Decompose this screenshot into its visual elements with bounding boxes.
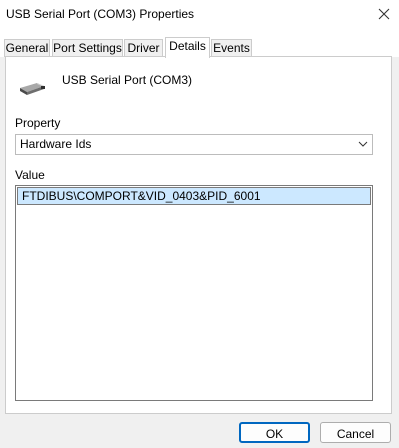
tab-port-settings[interactable]: Port Settings <box>52 39 123 57</box>
window-title: USB Serial Port (COM3) Properties <box>6 7 195 21</box>
value-list[interactable]: FTDIBUS\COMPORT&VID_0403&PID_6001 <box>15 185 373 401</box>
usb-device-icon <box>17 75 47 99</box>
device-name: USB Serial Port (COM3) <box>62 73 193 87</box>
value-item-text: FTDIBUS\COMPORT&VID_0403&PID_6001 <box>22 189 261 203</box>
property-label: Property <box>15 116 61 130</box>
property-selected-value: Hardware Ids <box>20 137 92 151</box>
chevron-down-icon <box>358 141 368 147</box>
ok-button[interactable]: OK <box>239 422 310 443</box>
tab-strip: General Port Settings Driver Details Eve… <box>0 30 399 58</box>
details-panel: USB Serial Port (COM3) Property Hardware… <box>5 56 392 414</box>
title-bar: USB Serial Port (COM3) Properties <box>0 0 399 30</box>
close-icon <box>378 8 390 20</box>
cancel-button[interactable]: Cancel <box>320 422 391 443</box>
close-button[interactable] <box>369 0 399 28</box>
list-item[interactable]: FTDIBUS\COMPORT&VID_0403&PID_6001 <box>17 187 371 205</box>
tab-general[interactable]: General <box>4 39 50 57</box>
tab-driver[interactable]: Driver <box>124 39 163 57</box>
tab-details[interactable]: Details <box>165 37 210 58</box>
value-label: Value <box>15 168 45 182</box>
tab-events[interactable]: Events <box>211 39 252 57</box>
property-dropdown[interactable]: Hardware Ids <box>15 134 373 155</box>
